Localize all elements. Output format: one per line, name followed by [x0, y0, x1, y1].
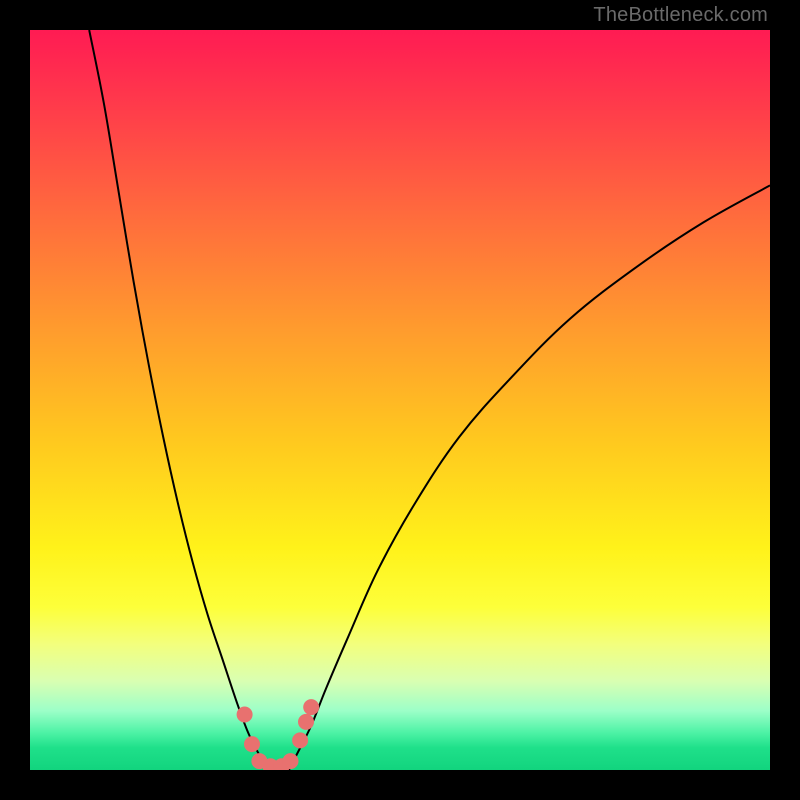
marker-point	[244, 736, 260, 752]
chart-frame: TheBottleneck.com	[0, 0, 800, 800]
marker-point	[282, 753, 298, 769]
curve-right-branch	[289, 185, 770, 770]
watermark-text: TheBottleneck.com	[593, 4, 768, 27]
curve-left-branch	[89, 30, 267, 770]
marker-point	[237, 707, 253, 723]
curve-group	[89, 30, 770, 770]
chart-svg	[30, 30, 770, 770]
marker-point	[292, 732, 308, 748]
marker-point	[298, 714, 314, 730]
plot-area	[30, 30, 770, 770]
marker-point	[303, 699, 319, 715]
